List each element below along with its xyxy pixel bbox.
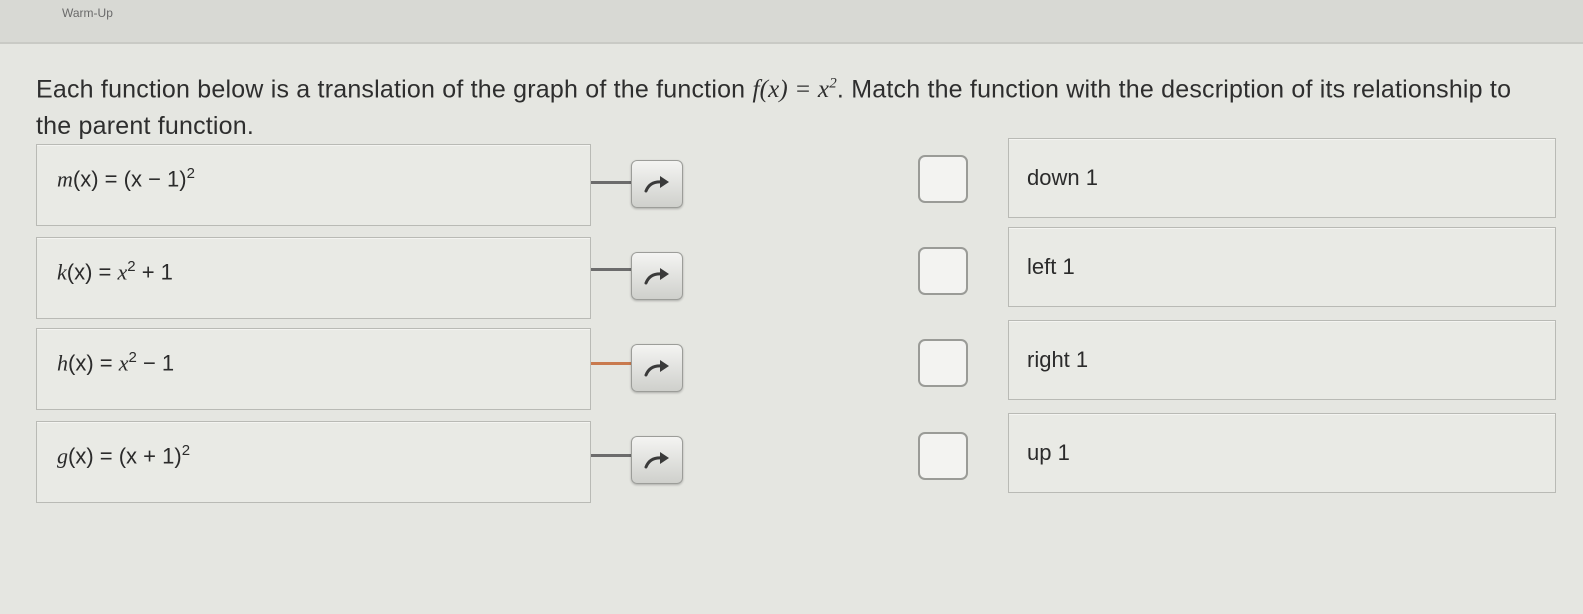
function-item-h[interactable]: h(x) = x2 − 1 — [36, 328, 591, 410]
match-checkbox-2[interactable] — [918, 247, 968, 295]
function-expression: k(x) = x2 + 1 — [57, 258, 173, 285]
lesson-title: Warm-Up — [62, 6, 113, 20]
description-item-up-1[interactable]: up 1 — [1008, 413, 1556, 493]
curved-arrow-icon — [644, 452, 669, 469]
function-item-k[interactable]: k(x) = x2 + 1 — [36, 237, 591, 319]
function-item-m[interactable]: m(x) = (x − 1)2 — [36, 144, 591, 226]
description-label: left 1 — [1027, 254, 1075, 279]
parent-function: f(x) = x2 — [752, 76, 837, 104]
top-bar: Warm-Up — [0, 0, 1583, 44]
match-arrow-button-k[interactable] — [631, 252, 683, 300]
function-expression: g(x) = (x + 1)2 — [57, 442, 191, 469]
match-checkbox-3[interactable] — [918, 339, 968, 387]
match-arrow-button-m[interactable] — [631, 160, 683, 208]
description-item-right-1[interactable]: right 1 — [1008, 320, 1556, 400]
match-checkbox-4[interactable] — [918, 432, 968, 480]
connector-line — [591, 268, 631, 271]
description-label: up 1 — [1027, 440, 1070, 465]
instructions: Each function below is a translation of … — [36, 66, 1536, 144]
curved-arrow-icon — [644, 176, 669, 193]
description-label: right 1 — [1027, 347, 1089, 372]
description-label: down 1 — [1027, 165, 1098, 190]
match-checkbox-1[interactable] — [918, 155, 968, 203]
function-expression: h(x) = x2 − 1 — [57, 349, 175, 376]
function-item-g[interactable]: g(x) = (x + 1)2 — [36, 421, 591, 503]
description-item-left-1[interactable]: left 1 — [1008, 227, 1556, 307]
match-arrow-button-g[interactable] — [631, 436, 683, 484]
instructions-text-before: Each function below is a translation of … — [36, 75, 753, 104]
function-expression: m(x) = (x − 1)2 — [57, 165, 195, 192]
connector-line — [591, 181, 631, 184]
connector-line — [591, 454, 631, 457]
description-item-down-1[interactable]: down 1 — [1008, 138, 1556, 218]
match-arrow-button-h[interactable] — [631, 344, 683, 392]
connector-line — [591, 362, 631, 365]
curved-arrow-icon — [644, 268, 669, 285]
curved-arrow-icon — [644, 360, 669, 377]
